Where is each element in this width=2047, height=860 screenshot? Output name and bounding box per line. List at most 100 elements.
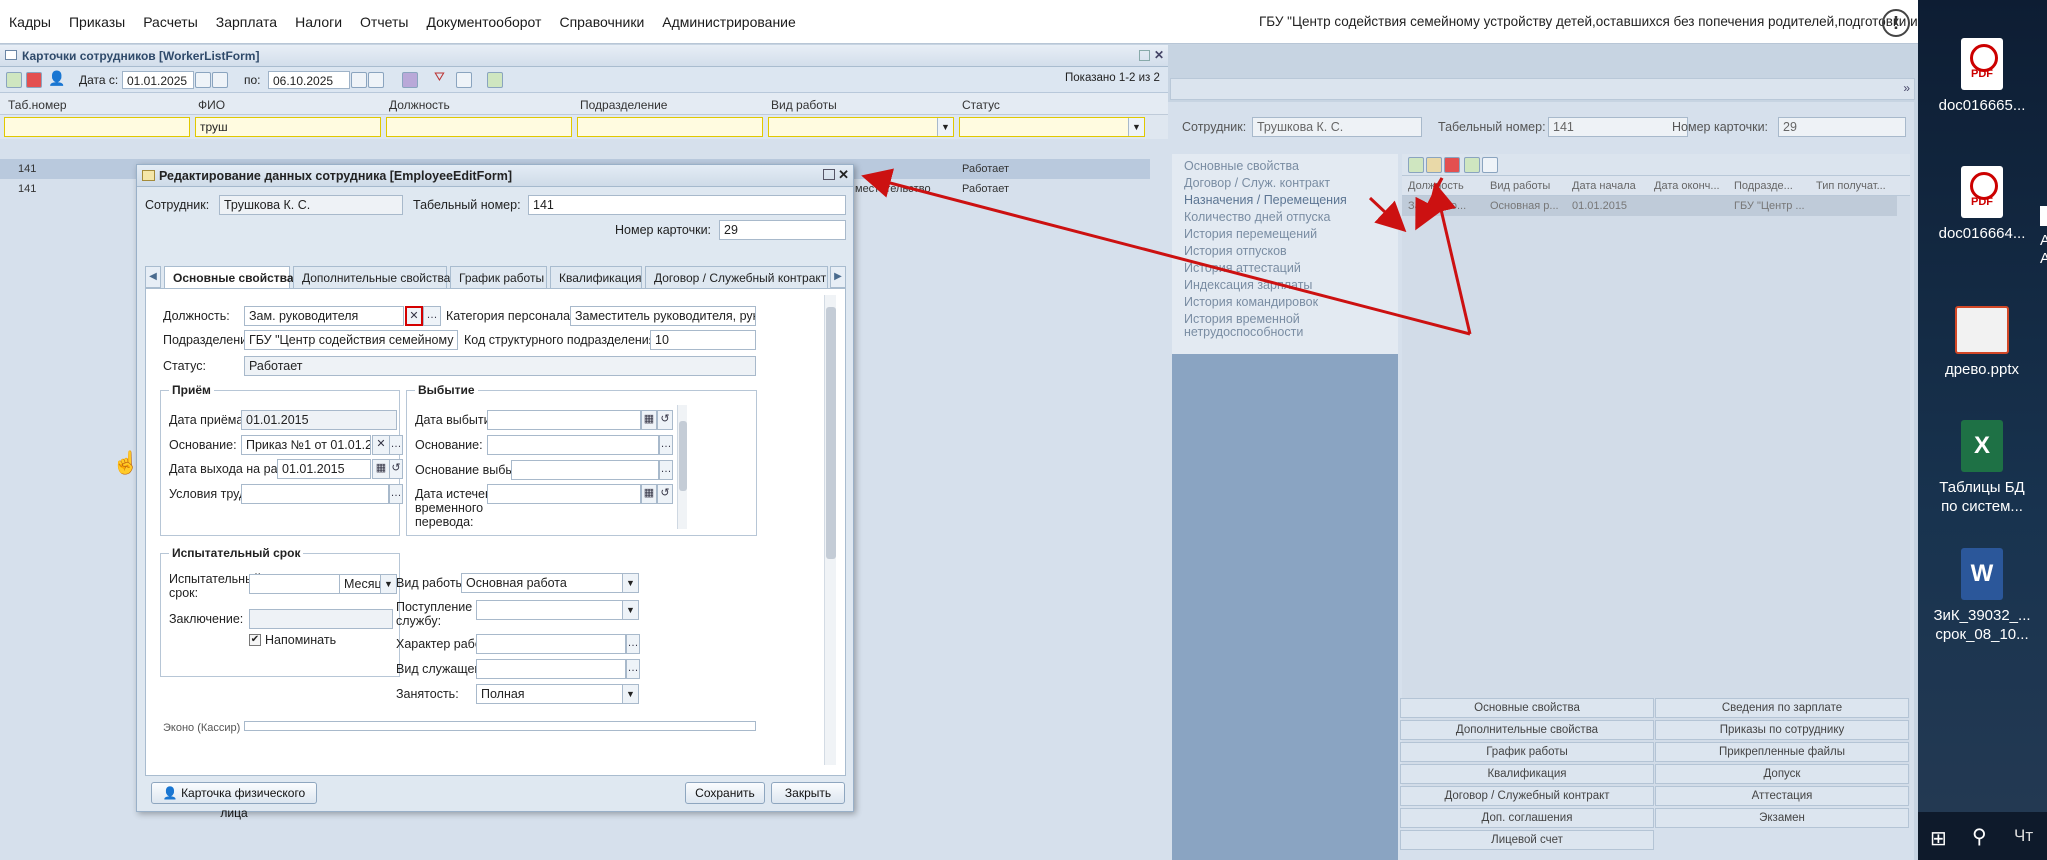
main-scrollbar[interactable] [824, 295, 836, 765]
ellipsis-icon[interactable]: … [626, 634, 640, 654]
maximize-icon[interactable] [823, 169, 835, 180]
partial-shortcut-icon[interactable] [2040, 206, 2047, 226]
add-icon[interactable] [6, 72, 22, 88]
close-icon[interactable]: ✕ [838, 167, 849, 183]
tab-extra-props[interactable]: Дополнительные свойства [293, 266, 450, 288]
nav-item[interactable]: История отпусков [1184, 244, 1398, 261]
expand-icon[interactable]: » [1903, 81, 1910, 95]
minimize-icon[interactable] [1139, 50, 1150, 61]
clear-filter-icon[interactable]: ⛛ [434, 69, 450, 85]
refresh-icon[interactable] [1464, 157, 1480, 173]
calendar-clear-icon[interactable]: ↺ [657, 410, 673, 430]
menu-zarplata[interactable]: Зарплата [216, 14, 277, 30]
nav-item[interactable]: История перемещений [1184, 227, 1398, 244]
temp-end-field[interactable] [487, 484, 641, 504]
ellipsis-icon[interactable]: … [389, 484, 403, 504]
tab-main-props[interactable]: Основные свойства [164, 266, 294, 288]
person-icon[interactable]: 👤 [48, 70, 65, 86]
menu-administrirovanie[interactable]: Администрирование [662, 14, 796, 30]
calendar-clear-icon[interactable]: ↺ [657, 484, 673, 504]
menu-kadry[interactable]: Кадры [9, 14, 51, 30]
filter-menu-icon[interactable] [402, 72, 418, 88]
r-btn-extra-props[interactable]: Дополнительные свойства [1400, 720, 1654, 740]
leave-date-field[interactable] [487, 410, 641, 430]
r-btn-schedule[interactable]: График работы [1400, 742, 1654, 762]
chevron-down-icon[interactable]: ▼ [937, 118, 953, 136]
clear-x-icon[interactable]: ✕ [405, 306, 423, 326]
person-card-button[interactable]: 👤 Карточка физического лица [151, 782, 317, 820]
probation-field[interactable] [249, 574, 341, 594]
clear-x-icon[interactable]: ✕ [372, 435, 390, 455]
basis-field[interactable]: Приказ №1 от 01.01.2015 [241, 435, 371, 455]
probation-unit-select[interactable]: Месяц ▼ [339, 574, 397, 594]
desktop-file[interactable]: W ЗиК_39032_... срок_08_10... [1922, 548, 2042, 644]
r-btn-account[interactable]: Лицевой счет [1400, 830, 1654, 850]
refresh-icon[interactable] [487, 72, 503, 88]
scrollbar-thumb[interactable] [679, 421, 687, 491]
filter-status[interactable]: ▼ [959, 117, 1145, 137]
nav-item[interactable]: История временной [1184, 312, 1398, 326]
r-col-work-type[interactable]: Вид работы [1490, 180, 1550, 192]
dept-field[interactable]: ГБУ "Центр содействия семейному ус [244, 330, 458, 350]
r-btn-exam[interactable]: Экзамен [1655, 808, 1909, 828]
leave-scrollbar[interactable] [677, 405, 687, 529]
nav-item[interactable]: История командировок [1184, 295, 1398, 312]
r-col-start[interactable]: Дата начала [1572, 180, 1636, 192]
nav-item[interactable]: Основные свойства [1184, 159, 1398, 176]
col-fio[interactable]: ФИО [198, 98, 225, 112]
nav-item[interactable]: Договор / Служ. контракт [1184, 176, 1398, 193]
col-tabnum[interactable]: Таб.номер [8, 98, 67, 112]
calendar-clear-icon[interactable] [368, 72, 384, 88]
leave-reason-field[interactable] [511, 460, 659, 480]
nav-item[interactable]: Назначения / Перемещения [1184, 193, 1398, 210]
calendar-icon[interactable]: ▦ [641, 410, 657, 430]
close-button[interactable]: Закрыть [771, 782, 845, 804]
edit-icon[interactable] [1426, 157, 1442, 173]
close-icon[interactable]: ✕ [1154, 48, 1164, 62]
menu-spravochniki[interactable]: Справочники [559, 14, 644, 30]
scrollbar-thumb[interactable] [826, 307, 836, 559]
card-field[interactable]: 29 [719, 220, 846, 240]
r-btn-orders[interactable]: Приказы по сотруднику [1655, 720, 1909, 740]
col-position[interactable]: Должность [389, 98, 450, 112]
r-col-end[interactable]: Дата оконч... [1654, 180, 1720, 192]
tab-contract[interactable]: Договор / Служебный контракт [645, 266, 828, 288]
desktop-file[interactable]: X Таблицы БД по систем... [1922, 420, 2042, 516]
filter-work-type[interactable]: ▼ [768, 117, 954, 137]
chevron-down-icon[interactable]: ▼ [622, 685, 638, 703]
r-col-dept[interactable]: Подразде... [1734, 180, 1793, 192]
ellipsis-icon[interactable]: … [626, 659, 640, 679]
chevron-down-icon[interactable]: ▼ [622, 601, 638, 619]
employment-select[interactable]: Полная ▼ [476, 684, 639, 704]
nav-item[interactable]: История аттестаций [1184, 261, 1398, 278]
r-btn-main-props[interactable]: Основные свойства [1400, 698, 1654, 718]
r-btn-access[interactable]: Допуск [1655, 764, 1909, 784]
search-icon[interactable]: ⚲ [1972, 824, 1987, 849]
col-status[interactable]: Статус [962, 98, 1000, 112]
r-btn-supplements[interactable]: Доп. соглашения [1400, 808, 1654, 828]
chevron-down-icon[interactable]: ▼ [1128, 118, 1144, 136]
table-row[interactable]: Зам. руко... Основная р... 01.01.2015 ГБ… [1402, 196, 1897, 216]
tab-scroll-left-icon[interactable]: ◀ [145, 266, 161, 288]
menu-raschety[interactable]: Расчеты [143, 14, 198, 30]
service-select[interactable]: ▼ [476, 600, 639, 620]
columns-icon[interactable] [456, 72, 472, 88]
category-field[interactable]: Заместитель руководителя, руко [570, 306, 756, 326]
ellipsis-icon[interactable]: … [389, 435, 403, 455]
conditions-field[interactable] [241, 484, 389, 504]
desktop-file[interactable]: doc016664... [1922, 166, 2042, 243]
menu-nalogi[interactable]: Налоги [295, 14, 342, 30]
chevron-down-icon[interactable]: ▼ [622, 574, 638, 592]
col-department[interactable]: Подразделение [580, 98, 667, 112]
taskbar-search-text[interactable]: Чт [2014, 826, 2033, 846]
r-btn-contract[interactable]: Договор / Служебный контракт [1400, 786, 1654, 806]
calendar-icon[interactable]: ▦ [641, 484, 657, 504]
work-nature-field[interactable] [476, 634, 626, 654]
ellipsis-icon[interactable]: … [659, 435, 673, 455]
col-work-type[interactable]: Вид работы [771, 98, 837, 112]
nav-item[interactable]: Количество дней отпуска [1184, 210, 1398, 227]
add-icon[interactable] [1408, 157, 1424, 173]
calendar-clear-icon[interactable]: ↺ [389, 459, 403, 479]
r-col-position[interactable]: Должность [1408, 180, 1464, 192]
tab-qualification[interactable]: Квалификация [550, 266, 642, 288]
